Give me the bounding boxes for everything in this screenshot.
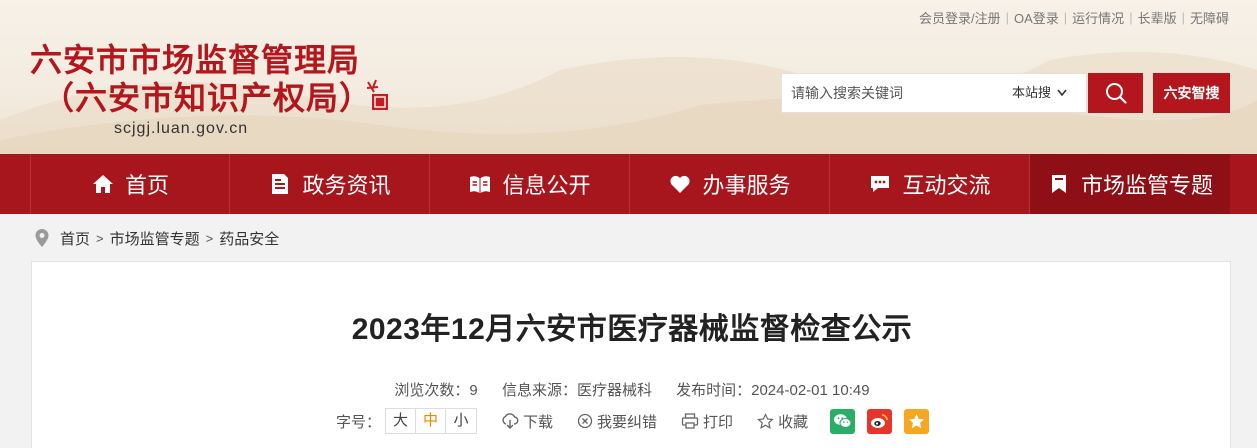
breadcrumb-home[interactable]: 首页 [60,228,90,249]
breadcrumb: 首页 > 市场监管专题 > 药品安全 [34,225,279,251]
running-status-link[interactable]: 运行情况 [1072,8,1124,27]
report-error-label: 我要纠错 [597,413,658,431]
favorite-label: 收藏 [778,413,809,431]
site-title[interactable]: 六安市市场监督管理局 [30,40,360,80]
site-subtitle[interactable]: （六安市知识产权局） [42,78,372,118]
site-domain: scjgj.luan.gov.cn [114,120,249,137]
site-header: 会员登录/注册 | OA登录 | 运行情况 | 长辈版 | 无障碍 六安市市场监… [0,0,1257,154]
info-source: 信息来源：医疗器械科 [501,382,652,399]
breadcrumb-market-topics[interactable]: 市场监管专题 [110,228,200,249]
nav-item-news[interactable]: 政务资讯 [230,154,430,214]
wechat-icon [834,414,852,428]
top-links: 会员登录/注册 | OA登录 | 运行情况 | 长辈版 | 无障碍 [918,8,1229,27]
font-size-selector: 大 中 小 [385,408,478,434]
search-icon [1105,83,1127,104]
publish-time: 发布时间：2024-02-01 10:49 [676,382,870,399]
search-button[interactable] [1088,73,1143,113]
article-meta: 浏览次数：9 信息来源：医疗器械科 发布时间：2024-02-01 10:49 [32,379,1232,400]
download-label: 下载 [523,413,554,431]
home-icon [91,172,115,196]
seal-logo-icon [366,79,388,110]
nav-label: 信息公开 [502,173,591,198]
star-outline-icon [757,412,774,429]
nav-item-interaction[interactable]: 互动交流 [830,154,1030,214]
view-count: 浏览次数：9 [394,382,478,399]
nav-item-disclosure[interactable]: 信息公开 [430,154,630,214]
download-icon [502,413,519,429]
qzone-star-icon [909,413,925,428]
font-size-large-button[interactable]: 大 [386,409,417,433]
search-scope-label: 本站搜 [1012,85,1052,100]
share-qzone-button[interactable] [904,408,930,434]
nav-item-home[interactable]: 首页 [30,154,230,214]
nav-label: 首页 [124,173,169,198]
article-panel: 2023年12月六安市医疗器械监督检查公示 浏览次数：9 信息来源：医疗器械科 … [31,261,1231,448]
bookmark-icon [1047,172,1071,196]
nav-label: 互动交流 [902,173,991,198]
chat-icon [868,172,892,196]
report-error-button[interactable]: 我要纠错 [577,411,657,432]
share-buttons [830,408,941,434]
elder-version-link[interactable]: 长辈版 [1138,8,1177,27]
location-pin-icon [35,229,49,247]
smart-search-button[interactable]: 六安智搜 [1153,73,1230,113]
print-label: 打印 [703,413,734,431]
oa-login-link[interactable]: OA登录 [1014,8,1059,27]
nav-item-market-topics[interactable]: 市场监管专题 [1030,154,1230,214]
heart-icon [668,172,692,196]
article-title: 2023年12月六安市医疗器械监督检查公示 [351,313,913,346]
nav-label: 办事服务 [702,173,791,198]
search-box: 本站搜 [781,73,1087,113]
share-weibo-button[interactable] [867,408,893,434]
member-login-link[interactable]: 会员登录/注册 [919,8,1001,27]
open-book-icon [468,172,492,196]
nav-item-services[interactable]: 办事服务 [630,154,830,214]
article-toolbar: 字号： 大 中 小 下载 我要纠错 打印 收藏 [336,408,941,434]
nav-label: 市场监管专题 [1080,173,1213,198]
nav-label: 政务资讯 [302,173,391,198]
share-wechat-button[interactable] [830,408,856,434]
search-input[interactable] [782,74,1002,112]
favorite-button[interactable]: 收藏 [757,411,808,432]
font-size-label: 字号： [336,413,382,431]
breadcrumb-drug-safety[interactable]: 药品安全 [219,228,279,249]
search-scope-select[interactable]: 本站搜 [1012,74,1067,112]
print-button[interactable]: 打印 [681,411,733,432]
printer-icon [681,413,699,429]
error-circle-icon [577,413,593,429]
font-size-small-button[interactable]: 小 [446,409,476,433]
main-nav: 首页 政务资讯 信息公开 办事服务 互动交流 市场监管专题 [0,154,1257,214]
document-icon [268,172,292,196]
chevron-down-icon [1057,89,1067,97]
download-button[interactable]: 下载 [501,411,553,432]
font-size-medium-button[interactable]: 中 [416,409,447,433]
accessibility-link[interactable]: 无障碍 [1190,8,1229,27]
weibo-icon [871,414,888,428]
